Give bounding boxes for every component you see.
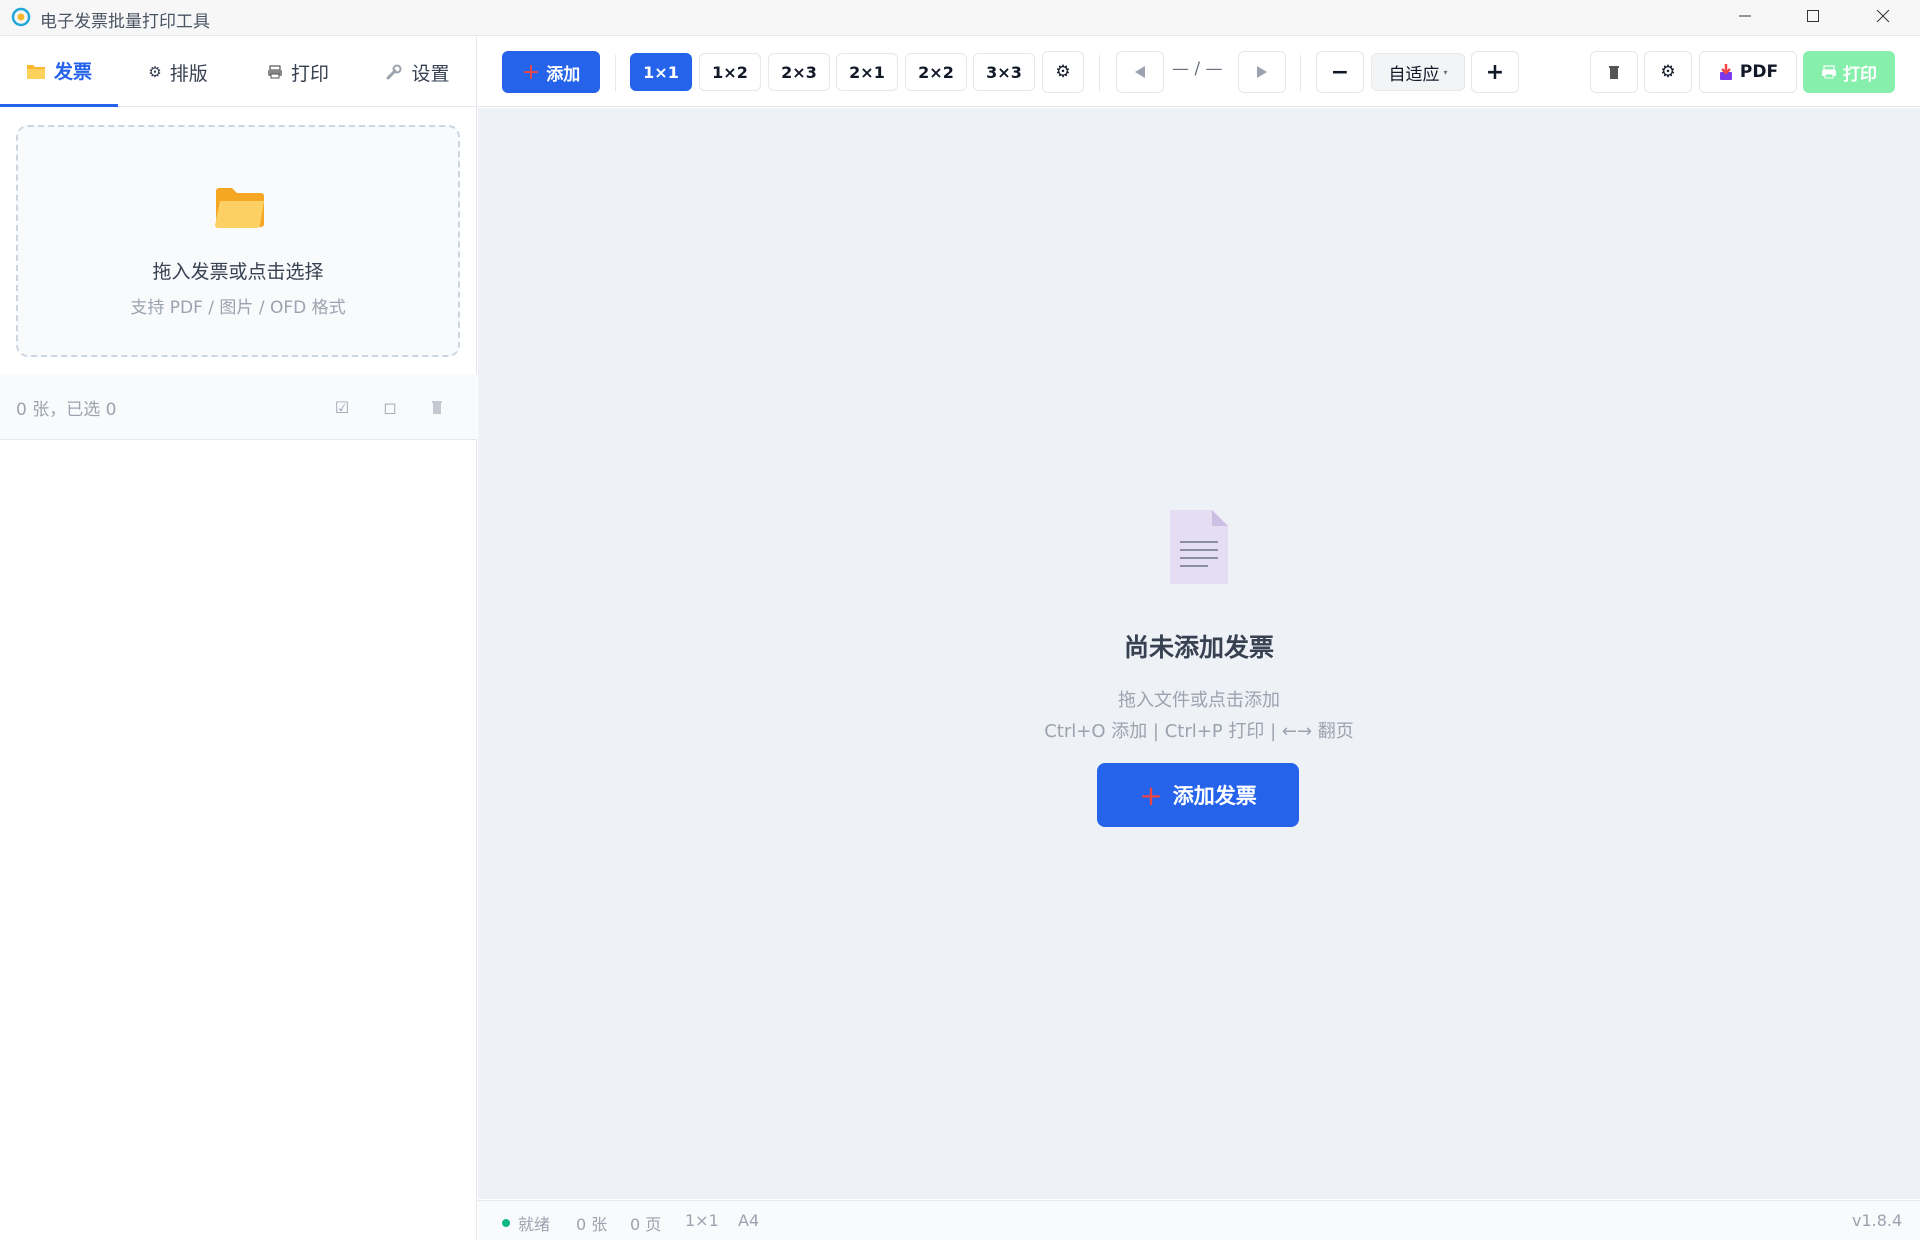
- print-label: 打印: [1843, 64, 1877, 85]
- document-icon: [1170, 510, 1228, 584]
- status-pages: 0 页: [630, 1215, 662, 1234]
- next-arrow-icon: [1257, 66, 1267, 78]
- printer-icon: [1822, 65, 1836, 79]
- pdf-download-icon: [1719, 64, 1732, 80]
- chevron-down-icon: ▾: [1443, 67, 1448, 77]
- trash-icon-glyph: [432, 401, 442, 414]
- zoom-out-button[interactable]: −: [1316, 51, 1364, 93]
- add-invoice-label: 添加发票: [1172, 784, 1257, 808]
- trash-icon: [1609, 66, 1619, 79]
- plus-icon: +: [1139, 778, 1163, 812]
- layout-1x2-button[interactable]: 1×2: [699, 53, 761, 91]
- gear-icon: ⚙: [1660, 62, 1676, 82]
- file-dropzone[interactable]: 拖入发票或点击选择 支持 PDF / 图片 / OFD 格式: [16, 125, 460, 357]
- page-indicator: — / —: [1172, 59, 1223, 79]
- deselect-icon[interactable]: ◻: [377, 394, 403, 420]
- next-page-button[interactable]: [1238, 51, 1286, 93]
- prev-arrow-icon: [1135, 66, 1145, 78]
- window-title: 电子发票批量打印工具: [40, 12, 210, 32]
- dropzone-title: 拖入发票或点击选择: [152, 261, 324, 283]
- tab-label: 设置: [411, 62, 450, 85]
- tab-label: 发票: [53, 61, 92, 83]
- invoice-list-header: 0 张，已选 0 ☑ ◻: [0, 374, 477, 440]
- status-indicator: [502, 1219, 510, 1227]
- print-button[interactable]: 打印: [1803, 51, 1895, 93]
- status-count: 0 张: [576, 1215, 608, 1234]
- add-invoice-button[interactable]: + 添加发票: [1097, 763, 1299, 827]
- status-state: 就绪: [518, 1215, 551, 1234]
- export-pdf-button[interactable]: PDF: [1699, 51, 1797, 93]
- zoom-value: 自适应: [1388, 64, 1440, 85]
- title-bar: 电子发票批量打印工具: [0, 0, 1920, 36]
- maximize-button[interactable]: [1778, 0, 1848, 32]
- minimize-icon: [1739, 15, 1751, 17]
- layout-3x3-button[interactable]: 3×3: [973, 53, 1035, 91]
- selection-count: 0 张，已选 0: [16, 400, 117, 420]
- layout-2x2-button[interactable]: 2×2: [905, 53, 967, 91]
- wrench-icon: [386, 64, 402, 80]
- tab-layout[interactable]: ⚙ 排版: [118, 37, 238, 107]
- status-layout: 1×1: [685, 1211, 719, 1230]
- folder-icon: [215, 188, 264, 228]
- divider: [1099, 55, 1100, 91]
- folder-icon: [26, 64, 45, 79]
- layout-2x1-button[interactable]: 2×1: [836, 53, 898, 91]
- empty-state-hint: 拖入文件或点击添加: [1118, 690, 1280, 711]
- close-icon: [1876, 9, 1890, 23]
- maximize-icon: [1807, 10, 1819, 22]
- plus-icon: +: [521, 59, 541, 85]
- main-toolbar: + 添加 1×1 1×2 2×3 2×1 2×2 3×3 ⚙ — / — − 自…: [478, 37, 1920, 107]
- layout-1x1-button[interactable]: 1×1: [630, 53, 692, 91]
- layout-settings-button[interactable]: ⚙: [1042, 51, 1084, 93]
- add-button[interactable]: + 添加: [502, 51, 600, 93]
- trash-icon[interactable]: [424, 394, 450, 420]
- gear-icon: ⚙: [148, 63, 162, 81]
- tab-settings[interactable]: 设置: [358, 37, 477, 107]
- app-logo-icon: [11, 7, 31, 27]
- close-button[interactable]: [1848, 0, 1918, 32]
- shortcut-hint: Ctrl+O 添加 | Ctrl+P 打印 | ←→ 翻页: [1044, 721, 1354, 742]
- tab-label: 打印: [290, 62, 329, 85]
- tab-print[interactable]: 打印: [238, 37, 358, 107]
- sidebar-tabs: 发票 ⚙ 排版 打印 设置: [0, 37, 477, 107]
- select-all-icon[interactable]: ☑: [329, 394, 355, 420]
- layout-2x3-button[interactable]: 2×3: [768, 53, 830, 91]
- pdf-label: PDF: [1739, 62, 1779, 82]
- printer-icon: [267, 65, 282, 79]
- divider: [1300, 55, 1301, 91]
- minus-icon: −: [1330, 59, 1350, 85]
- settings-button[interactable]: ⚙: [1644, 51, 1692, 93]
- tab-label: 排版: [169, 62, 208, 85]
- status-bar: 就绪 0 张 0 页 1×1 A4 v1.8.4: [478, 1200, 1920, 1240]
- add-label: 添加: [546, 64, 581, 85]
- minimize-button[interactable]: [1710, 0, 1780, 32]
- plus-icon: +: [1485, 59, 1505, 85]
- empty-state-title: 尚未添加发票: [1123, 633, 1274, 662]
- gear-icon: ⚙: [1055, 62, 1071, 82]
- prev-page-button[interactable]: [1116, 51, 1164, 93]
- dropzone-subtitle: 支持 PDF / 图片 / OFD 格式: [130, 298, 346, 318]
- zoom-in-button[interactable]: +: [1471, 51, 1519, 93]
- sidebar: 发票 ⚙ 排版 打印 设置 拖入发票或点击选择 支持 PDF / 图片 / OF…: [0, 37, 477, 1240]
- status-paper: A4: [738, 1211, 760, 1230]
- divider: [615, 55, 616, 91]
- clear-button[interactable]: [1590, 51, 1638, 93]
- zoom-select[interactable]: 自适应 ▾: [1371, 53, 1465, 91]
- tab-invoices[interactable]: 发票: [0, 37, 118, 107]
- preview-canvas: 尚未添加发票 拖入文件或点击添加 Ctrl+O 添加 | Ctrl+P 打印 |…: [478, 108, 1920, 1199]
- app-version: v1.8.4: [1852, 1211, 1903, 1230]
